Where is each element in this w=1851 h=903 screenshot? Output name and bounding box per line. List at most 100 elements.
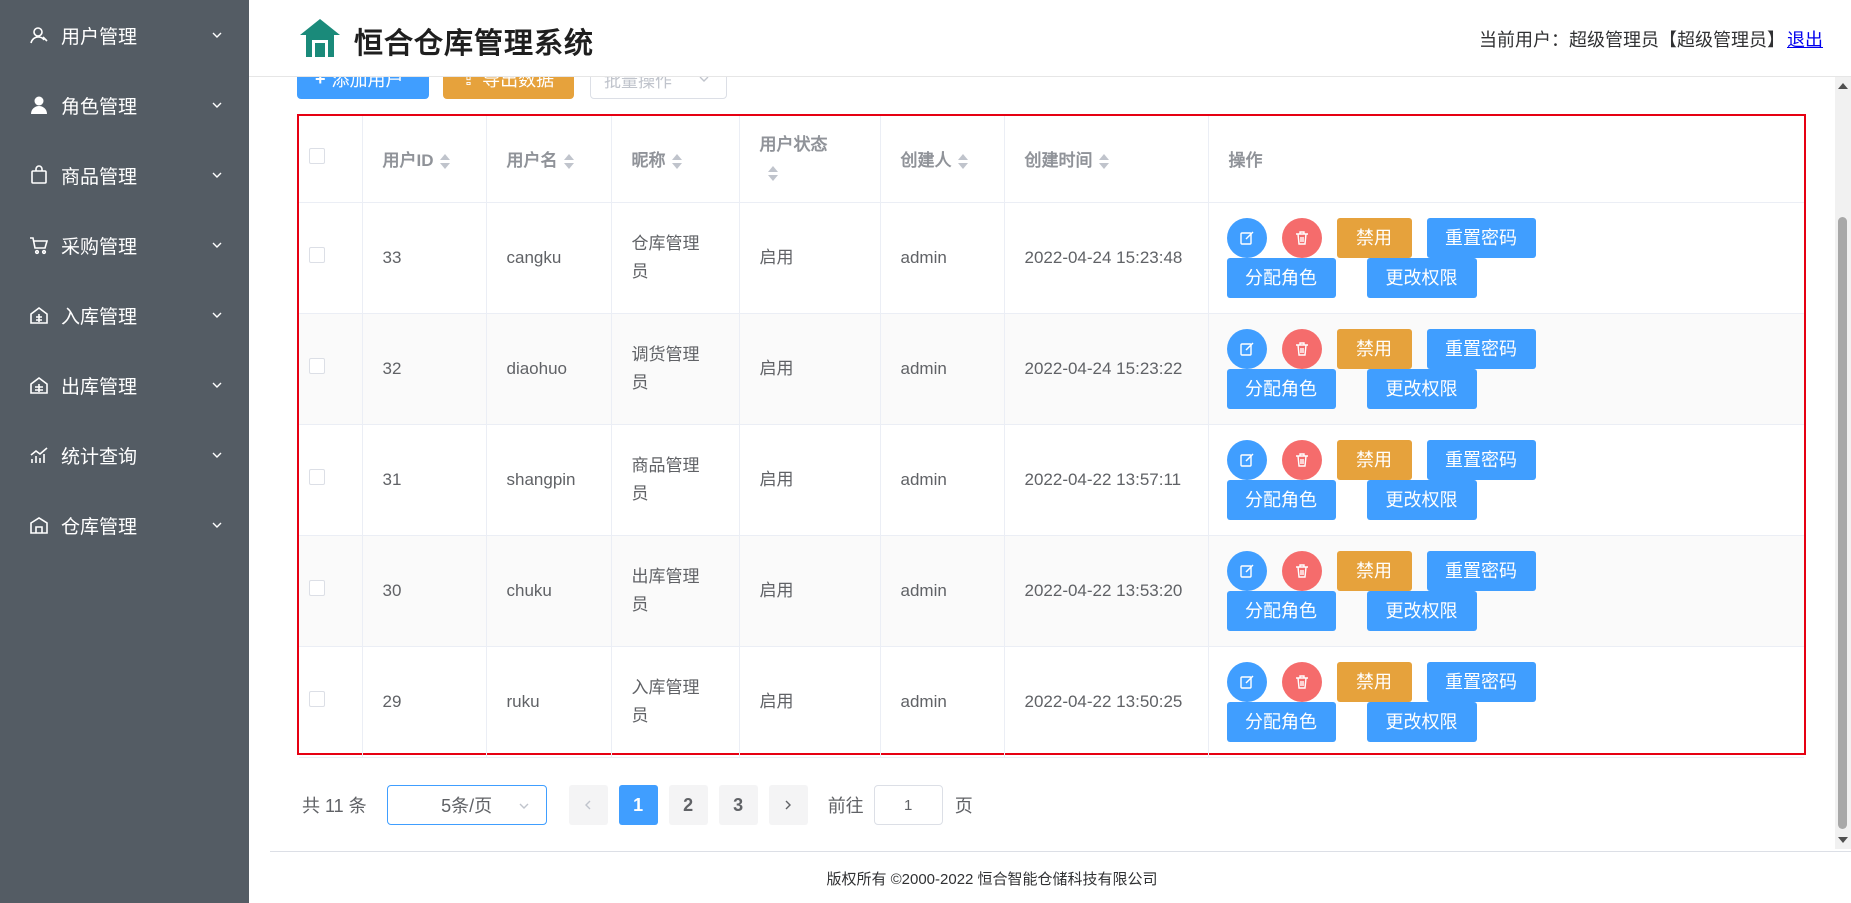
column-header-nickname[interactable]: 昵称: [611, 116, 740, 203]
row-checkbox[interactable]: [309, 468, 325, 485]
assign-role-button[interactable]: 分配角色: [1226, 701, 1336, 742]
assign-role-button[interactable]: 分配角色: [1226, 590, 1336, 631]
sidebar-item-statistics-query[interactable]: 统计查询: [0, 420, 249, 490]
add-user-button[interactable]: + 添加用户: [297, 77, 429, 99]
edit-icon: [1239, 230, 1255, 246]
edit-button[interactable]: [1226, 439, 1267, 480]
change-permission-button[interactable]: 更改权限: [1366, 257, 1477, 298]
row-checkbox[interactable]: [309, 690, 325, 707]
sort-icon[interactable]: [1098, 154, 1109, 170]
cell-status: 启用: [739, 535, 881, 647]
column-header-status[interactable]: 用户状态: [739, 116, 881, 203]
table-row: 32 diaohuo 调货管理员 启用 admin 2022-04-24 15:23:22…: [299, 313, 1804, 425]
cell-username: diaohuo: [486, 313, 612, 425]
table-row: 30 chuku 出库管理员 启用 admin 2022-04-22 13:53:20 禁用…: [299, 535, 1804, 647]
cell-created-at: 2022-04-24 15:23:22: [1004, 313, 1209, 425]
page-button-3[interactable]: 3: [718, 785, 758, 825]
reset-password-button[interactable]: 重置密码: [1426, 328, 1536, 369]
chevron-down-icon: [211, 309, 223, 321]
cell-username: cangku: [486, 202, 612, 314]
trash-icon: [1294, 452, 1310, 468]
assign-role-button[interactable]: 分配角色: [1226, 368, 1336, 409]
sort-icon[interactable]: [671, 154, 682, 170]
sidebar-item-warehouse-management[interactable]: 仓库管理: [0, 490, 249, 560]
sidebar-item-purchase-management[interactable]: 采购管理: [0, 210, 249, 280]
chevron-down-icon: [211, 519, 223, 531]
disable-button[interactable]: 禁用: [1336, 550, 1412, 591]
page-button-2[interactable]: 2: [668, 785, 708, 825]
row-checkbox[interactable]: [309, 246, 325, 263]
change-permission-button[interactable]: 更改权限: [1366, 590, 1477, 631]
sidebar-item-outbound-management[interactable]: 出库管理: [0, 350, 249, 420]
delete-button[interactable]: [1281, 328, 1322, 369]
goods-bag-icon: [29, 165, 49, 185]
cell-nickname: 入库管理员: [611, 646, 740, 758]
disable-button[interactable]: 禁用: [1336, 328, 1412, 369]
edit-button[interactable]: [1226, 328, 1267, 369]
top-header: 恒合仓库管理系统 当前用户：超级管理员【超级管理员】 退出: [249, 0, 1851, 77]
change-permission-button[interactable]: 更改权限: [1366, 701, 1477, 742]
sort-icon[interactable]: [957, 154, 968, 170]
column-header-user-id[interactable]: 用户ID: [362, 116, 487, 203]
logout-link[interactable]: 退出: [1787, 26, 1823, 52]
cell-nickname: 仓库管理员: [611, 202, 740, 314]
sort-icon[interactable]: [563, 154, 574, 170]
change-permission-button[interactable]: 更改权限: [1366, 368, 1477, 409]
scroll-up-arrow-icon[interactable]: [1838, 83, 1848, 89]
row-checkbox[interactable]: [309, 357, 325, 374]
chevron-down-icon: [211, 29, 223, 41]
cell-created-at: 2022-04-22 13:53:20: [1004, 535, 1209, 647]
reset-password-button[interactable]: 重置密码: [1426, 439, 1536, 480]
trash-icon: [1294, 341, 1310, 357]
goto-page-input[interactable]: 1: [873, 785, 943, 825]
sidebar-item-user-management[interactable]: 用户管理: [0, 0, 249, 70]
cell-status: 启用: [739, 313, 881, 425]
sort-icon[interactable]: [767, 165, 778, 181]
cell-username: chuku: [486, 535, 612, 647]
column-header-username[interactable]: 用户名: [486, 116, 612, 203]
batch-operation-select[interactable]: 批量操作: [590, 77, 727, 99]
cell-user-id: 33: [362, 202, 487, 314]
sidebar-item-inbound-management[interactable]: 入库管理: [0, 280, 249, 350]
delete-button[interactable]: [1281, 550, 1322, 591]
column-header-created-at[interactable]: 创建时间: [1004, 116, 1209, 203]
main-scrollbar[interactable]: [1835, 77, 1851, 849]
page-size-select[interactable]: 5条/页: [386, 785, 547, 825]
assign-role-button[interactable]: 分配角色: [1226, 479, 1336, 520]
cell-creator: admin: [880, 535, 1005, 647]
cell-creator: admin: [880, 646, 1005, 758]
export-data-button[interactable]: ⇪ 导出数据: [443, 77, 574, 99]
reset-password-button[interactable]: 重置密码: [1426, 661, 1536, 702]
prev-page-button[interactable]: [568, 785, 608, 825]
assign-role-button[interactable]: 分配角色: [1226, 257, 1336, 298]
disable-button[interactable]: 禁用: [1336, 439, 1412, 480]
scrollbar-thumb[interactable]: [1838, 217, 1847, 829]
edit-button[interactable]: [1226, 661, 1267, 702]
next-page-button[interactable]: [768, 785, 808, 825]
column-header-creator[interactable]: 创建人: [880, 116, 1005, 203]
delete-button[interactable]: [1281, 439, 1322, 480]
row-checkbox[interactable]: [309, 579, 325, 596]
disable-button[interactable]: 禁用: [1336, 661, 1412, 702]
change-permission-button[interactable]: 更改权限: [1366, 479, 1477, 520]
cell-creator: admin: [880, 424, 1005, 536]
reset-password-button[interactable]: 重置密码: [1426, 550, 1536, 591]
delete-button[interactable]: [1281, 661, 1322, 702]
reset-password-button[interactable]: 重置密码: [1426, 217, 1536, 258]
disable-button[interactable]: 禁用: [1336, 217, 1412, 258]
sort-icon[interactable]: [439, 154, 450, 170]
chevron-right-icon: [785, 800, 792, 810]
cell-actions: 禁用 重置密码分配角色 更改权限: [1208, 202, 1804, 314]
scroll-down-arrow-icon[interactable]: [1838, 837, 1848, 843]
edit-button[interactable]: [1226, 217, 1267, 258]
page-button-1[interactable]: 1: [618, 785, 658, 825]
delete-button[interactable]: [1281, 217, 1322, 258]
cell-status: 启用: [739, 646, 881, 758]
select-all-checkbox[interactable]: [309, 148, 325, 165]
sidebar-item-label: 角色管理: [61, 96, 138, 118]
sidebar-item-goods-management[interactable]: 商品管理: [0, 140, 249, 210]
edit-button[interactable]: [1226, 550, 1267, 591]
cell-actions: 禁用 重置密码分配角色 更改权限: [1208, 313, 1804, 425]
user-table: 用户ID 用户名 昵称 用户状态 创建人 创建时间 操作 33 cangku 仓库管…: [299, 116, 1804, 758]
sidebar-item-role-management[interactable]: 角色管理: [0, 70, 249, 140]
